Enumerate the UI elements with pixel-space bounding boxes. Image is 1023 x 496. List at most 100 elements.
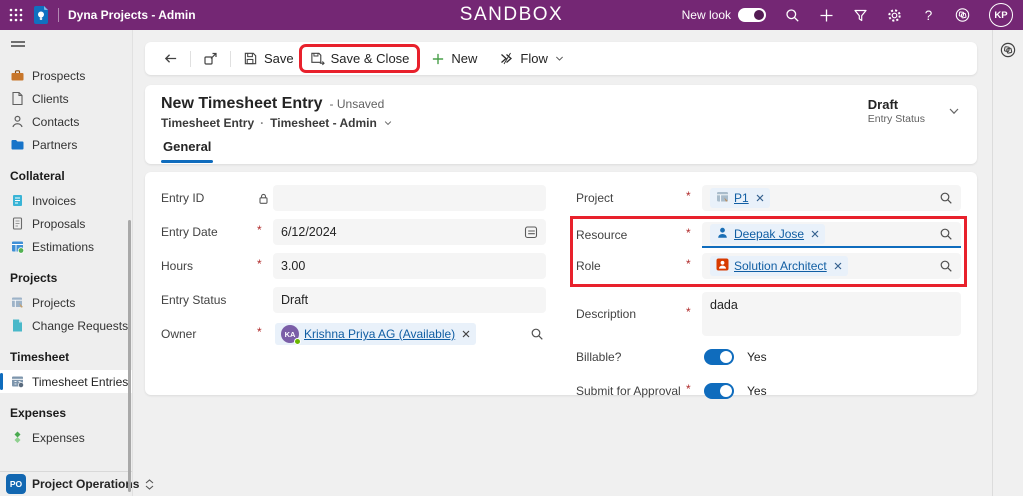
sitemap-sidebar: Prospects Clients Contacts Partners Coll… [0, 30, 154, 496]
date-picker-icon[interactable] [524, 225, 538, 239]
tab-general[interactable]: General [161, 139, 214, 163]
form-selector[interactable]: Timesheet - Admin [270, 116, 377, 130]
remove-role-icon[interactable] [834, 262, 842, 270]
required-marker [686, 228, 702, 242]
settings-gear-icon[interactable] [887, 8, 902, 23]
invoices-icon [10, 193, 25, 208]
resource-lookup[interactable]: Deepak Jose [702, 222, 961, 248]
prospects-icon [10, 68, 25, 83]
user-avatar[interactable]: KP [989, 3, 1013, 27]
header-status-field[interactable]: Draft Entry Status [868, 97, 961, 125]
resource-link[interactable]: Deepak Jose [734, 227, 804, 241]
area-switcher-icon [145, 478, 154, 490]
resource-search-icon[interactable] [939, 227, 953, 241]
field-entry-status: Entry Status Draft [161, 287, 546, 313]
role-lookup[interactable]: Solution Architect [702, 253, 961, 279]
field-hours: Hours 3.00 [161, 253, 546, 279]
new-look-toggle[interactable] [738, 8, 766, 22]
project-link[interactable]: P1 [734, 191, 749, 205]
resource-record-icon [716, 226, 729, 242]
open-in-new-window-button[interactable] [195, 47, 226, 70]
filter-icon[interactable] [853, 8, 868, 23]
remove-resource-icon[interactable] [811, 230, 819, 238]
waffle-icon[interactable] [8, 8, 23, 23]
project-search-icon[interactable] [939, 191, 953, 205]
remove-project-icon[interactable] [756, 194, 764, 202]
save-and-close-button[interactable]: Save & Close [298, 44, 421, 73]
sidebar-item-invoices[interactable]: Invoices [0, 189, 132, 212]
record-title: New Timesheet Entry [161, 95, 323, 112]
field-role: Role Solution Architect [576, 253, 961, 279]
remove-owner-icon[interactable] [462, 330, 470, 338]
add-icon[interactable] [819, 8, 834, 23]
required-marker [257, 259, 273, 273]
flow-button[interactable]: Flow [491, 47, 572, 70]
status-value: Draft [867, 97, 899, 112]
hours-input[interactable]: 3.00 [273, 253, 546, 279]
sidebar-collapse-icon[interactable] [0, 30, 132, 61]
required-marker [686, 259, 702, 273]
owner-avatar: KA [281, 325, 301, 345]
description-input[interactable]: dada [702, 292, 961, 336]
sidebar-item-projects[interactable]: Projects [0, 291, 132, 314]
chevron-down-icon[interactable] [383, 118, 393, 128]
chevron-down-icon [949, 108, 959, 115]
form-section-general: Entry ID Entry Date 6/12/2024 [145, 172, 977, 399]
owner-lookup-pill[interactable]: KA Krishna Priya AG (Available) [275, 323, 477, 345]
billable-toggle[interactable] [704, 349, 734, 365]
app-logo-icon[interactable] [32, 6, 49, 25]
owner-search-icon[interactable] [530, 327, 544, 341]
sidebar-item-contacts[interactable]: Contacts [0, 110, 132, 133]
field-description: Description dada [576, 292, 961, 336]
owner-link[interactable]: Krishna Priya AG (Available) [304, 327, 455, 341]
sidebar-scrollbar[interactable] [128, 220, 131, 492]
form-column-left: Entry ID Entry Date 6/12/2024 [161, 185, 546, 412]
field-resource: Resource Deepak Jose [576, 222, 961, 248]
command-bar: Save Save & Close New Flow [145, 42, 977, 75]
entry-id-input [273, 185, 546, 211]
entry-date-input[interactable]: 6/12/2024 [273, 219, 546, 245]
required-marker [686, 384, 702, 398]
area-switcher[interactable]: PO Project Operations [0, 471, 154, 496]
sidebar-item-expenses[interactable]: Expenses [0, 426, 132, 449]
owner-lookup[interactable]: KA Krishna Priya AG (Available) [273, 321, 546, 347]
new-look-label: New look [681, 8, 731, 22]
role-lookup-pill[interactable]: Solution Architect [710, 256, 848, 276]
submit-for-approval-toggle[interactable] [704, 383, 734, 399]
new-button[interactable]: New [423, 47, 485, 70]
field-entry-date: Entry Date 6/12/2024 [161, 219, 546, 245]
required-marker [257, 225, 273, 239]
role-link[interactable]: Solution Architect [734, 259, 827, 273]
sidebar-item-partners[interactable]: Partners [0, 133, 132, 156]
role-record-icon [716, 258, 729, 274]
sidebar-item-timesheet-entries[interactable]: Timesheet Entries [0, 370, 132, 393]
sidebar-item-estimations[interactable]: Estimations [0, 235, 132, 258]
environment-banner: SANDBOX [459, 4, 564, 25]
estimations-icon [10, 239, 25, 254]
sidebar-item-clients[interactable]: Clients [0, 87, 132, 110]
field-owner: Owner KA Krishna Priya AG (Available) [161, 321, 546, 347]
save-button[interactable]: Save [235, 47, 302, 70]
field-entry-id: Entry ID [161, 185, 546, 211]
resource-lookup-pill[interactable]: Deepak Jose [710, 224, 826, 244]
required-marker [686, 307, 702, 321]
sidebar-item-change-requests[interactable]: Change Requests [0, 314, 132, 337]
required-marker [686, 191, 702, 205]
entity-name: Timesheet Entry [161, 116, 255, 130]
sidebar-item-proposals[interactable]: Proposals [0, 212, 132, 235]
search-icon[interactable] [785, 8, 800, 23]
back-button[interactable] [155, 47, 186, 70]
field-project: Project P1 [576, 185, 961, 211]
new-look-toggle-group: New look [682, 8, 766, 22]
projects-icon [10, 295, 25, 310]
copilot-icon[interactable] [1000, 42, 1016, 58]
chevron-down-icon [555, 56, 563, 61]
copilot-icon[interactable] [955, 8, 970, 23]
role-search-icon[interactable] [939, 259, 953, 273]
help-icon[interactable]: ? [921, 8, 936, 23]
project-lookup-pill[interactable]: P1 [710, 188, 770, 208]
top-navigation-bar: Dyna Projects - Admin SANDBOX New look ?… [0, 0, 1023, 30]
sidebar-item-prospects[interactable]: Prospects [0, 64, 132, 87]
timesheet-entries-icon [10, 374, 25, 389]
project-lookup[interactable]: P1 [702, 185, 961, 211]
